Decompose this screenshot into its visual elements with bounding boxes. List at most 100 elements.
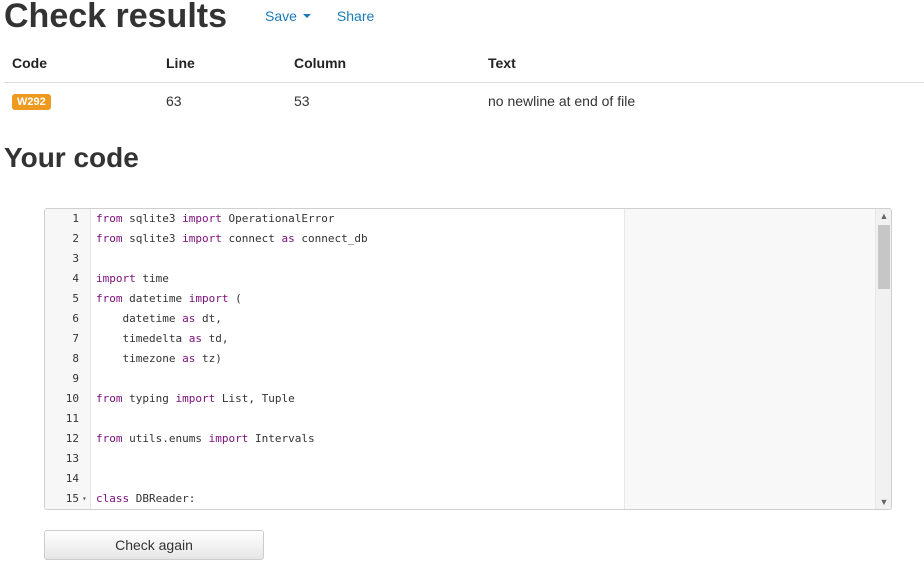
code-line[interactable]: 14 [45,469,875,489]
results-header-row: Code Line Column Text [4,44,924,83]
column-header-code: Code [4,44,158,83]
code-token: timedelta [96,332,189,345]
code-token: utils.enums [122,432,209,445]
code-text: timedelta as td, [96,329,228,349]
cell-line: 63 [166,93,182,110]
keyword-token: from [96,212,123,225]
code-line[interactable]: 1 from sqlite3 import OperationalError [45,209,875,229]
code-token: connect [221,232,282,245]
cell-column: 53 [294,93,310,110]
line-number: 13 [65,452,79,465]
keyword-token: class [96,492,130,505]
code-token: tz) [195,352,222,365]
code-token: OperationalError [221,212,335,225]
keyword-token: as [188,332,202,345]
keyword-token: as [281,232,295,245]
code-token: datetime [122,292,189,305]
code-token: ( [228,292,242,305]
code-text: class DBReader: [96,489,195,509]
code-line[interactable]: 8 timezone as tz) [45,349,875,369]
keyword-token: from [96,392,123,405]
code-line[interactable]: 2 from sqlite3 import connect as connect_… [45,229,875,249]
code-token: List, Tuple [215,392,295,405]
code-token: typing [122,392,176,405]
line-number: 12 [65,432,79,445]
code-text: from typing import List, Tuple [96,389,295,409]
code-text: from utils.enums import Intervals [96,429,315,449]
code-line[interactable]: 6 datetime as dt, [45,309,875,329]
code-line[interactable]: 11 [45,409,875,429]
line-number: 11 [65,412,79,425]
code-text: from sqlite3 import OperationalError [96,209,334,229]
code-line[interactable]: 12 from utils.enums import Intervals [45,429,875,449]
line-number: 4 [72,272,79,285]
keyword-token: import [182,212,222,225]
code-line[interactable]: 3 [45,249,875,269]
caret-down-icon [302,14,311,18]
table-row: W292 63 53 no newline at end of file [4,82,924,120]
line-number: 7 [72,332,79,345]
cell-code: W292 [4,82,158,120]
keyword-token: import [175,392,216,405]
keyword-token: from [96,232,123,245]
keyword-token: as [182,352,196,365]
results-header: Check results Save Share [4,0,374,38]
save-dropdown[interactable]: Save [265,8,311,24]
code-token: connect_db [294,232,368,245]
keyword-token: import [182,232,222,245]
line-number: 9 [72,372,79,385]
keyword-token: import [96,272,136,285]
line-number: 3 [72,252,79,265]
code-token: DBReader: [129,492,196,505]
cell-text: no newline at end of file [488,93,636,110]
keyword-token: from [96,432,123,445]
line-number: 8 [72,352,79,365]
code-token: timezone [96,352,183,365]
code-text: datetime as dt, [96,309,222,329]
code-text: from datetime import ( [96,289,242,309]
line-number: 2 [72,232,79,245]
results-table: Code Line Column Text W292 63 53 no newl… [4,44,924,120]
code-line[interactable]: 9 [45,369,875,389]
code-line[interactable]: 5 from datetime import ( [45,289,875,309]
line-number: 15 [65,492,79,505]
code-token: datetime [96,312,183,325]
code-text: timezone as tz) [96,349,222,369]
editor-scrollbar[interactable]: ▲ ▼ [875,209,891,509]
line-number: 5 [72,292,79,305]
code-editor[interactable]: 1 from sqlite3 import OperationalError 2 fr… [44,208,892,510]
keyword-token: import [188,292,229,305]
column-header-line: Line [158,44,286,83]
code-line[interactable]: 13 [45,449,875,469]
share-link[interactable]: Share [337,8,374,24]
scroll-down-icon[interactable]: ▼ [876,495,891,509]
code-token: Intervals [248,432,315,445]
fold-toggle-icon[interactable]: ▾ [82,489,87,509]
code-token: td, [201,332,229,345]
code-token: sqlite3 [122,212,183,225]
scrollbar-thumb[interactable] [878,225,890,289]
keyword-token: from [96,292,123,305]
code-line[interactable]: 7 timedelta as td, [45,329,875,349]
code-token: dt, [195,312,222,325]
scroll-up-icon[interactable]: ▲ [876,209,891,223]
error-code-badge: W292 [12,94,51,111]
save-label: Save [265,8,297,24]
line-number: 6 [72,312,79,325]
code-line[interactable]: 15 ▾ class DBReader: [45,489,875,509]
code-text: from sqlite3 import connect as connect_d… [96,229,368,249]
section-title: Your code [4,142,139,173]
code-token: time [135,272,169,285]
line-number: 14 [65,472,79,485]
keyword-token: import [208,432,249,445]
page-title: Check results [4,0,227,35]
code-line[interactable]: 10 from typing import List, Tuple [45,389,875,409]
code-lines[interactable]: 1 from sqlite3 import OperationalError 2 fr… [45,209,875,509]
code-token: sqlite3 [122,232,183,245]
check-again-button[interactable]: Check again [44,530,264,560]
column-header-column: Column [286,44,480,83]
code-text: import time [96,269,169,289]
column-header-text: Text [480,44,924,83]
line-number: 1 [72,212,79,225]
code-line[interactable]: 4 import time [45,269,875,289]
